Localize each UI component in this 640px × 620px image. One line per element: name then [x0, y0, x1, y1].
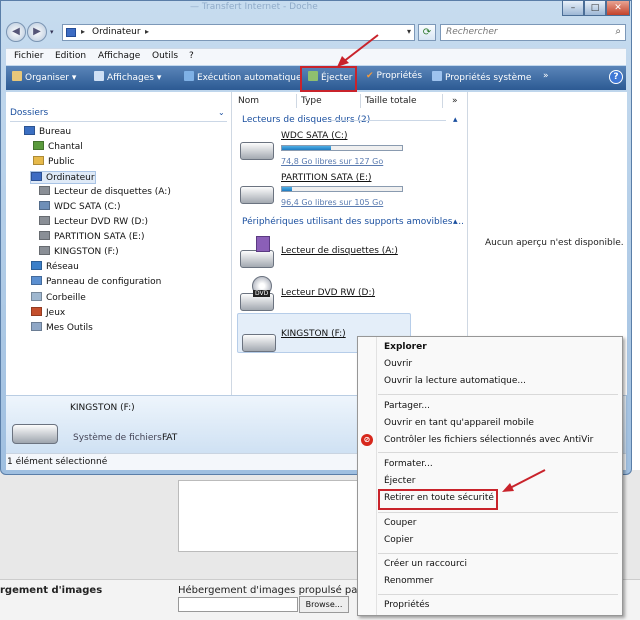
arrow-to-retirer-icon [502, 469, 546, 492]
arrow-to-eject-icon [337, 34, 379, 67]
annotation-arrows [337, 34, 546, 492]
